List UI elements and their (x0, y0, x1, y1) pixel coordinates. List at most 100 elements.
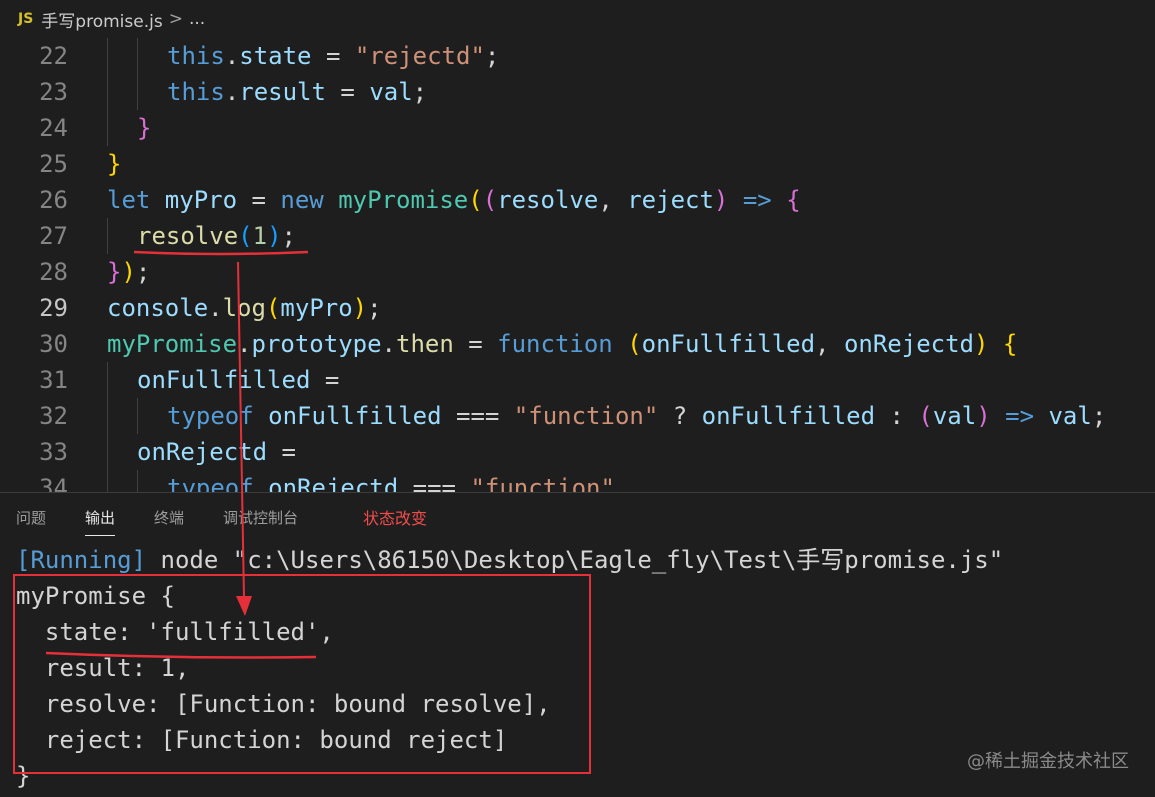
code-token: ) (713, 186, 729, 214)
code-token: myPromise (338, 186, 469, 214)
code-token: ( (627, 330, 642, 358)
breadcrumb-file[interactable]: 手写promise.js (41, 7, 162, 32)
tab-debug-console[interactable]: 调试控制台 (223, 507, 298, 528)
code-token: state (239, 42, 312, 70)
code-line[interactable]: 31 onFullfilled = (0, 362, 1155, 398)
tab-output[interactable]: 输出 (85, 507, 116, 536)
code-token: log (222, 294, 266, 322)
line-number: 29 (39, 294, 68, 322)
code-token: . (224, 42, 240, 70)
js-file-icon: JS (18, 11, 34, 27)
running-tag: [Running] (16, 546, 147, 574)
code-token: prototype (251, 330, 382, 358)
code-token: this (167, 42, 225, 70)
code-line[interactable]: 27 resolve(1); (0, 218, 1155, 254)
code-token: new (280, 186, 339, 214)
indent-guide (107, 362, 108, 398)
code-token: "rejectd" (354, 42, 485, 70)
code-line[interactable]: 34 typeof onRejectd === "function" (0, 470, 1155, 492)
breadcrumb: JS 手写promise.js > ... (0, 0, 1155, 38)
code-text: onFullfilled = (137, 362, 339, 398)
code-line[interactable]: 26 let myPro = new myPromise((resolve, re… (0, 182, 1155, 218)
code-token: onRejectd (843, 330, 974, 358)
line-number: 32 (39, 402, 68, 430)
code-line[interactable]: 25} (0, 146, 1155, 182)
code-token: { (786, 186, 801, 214)
output-running-line: [Running] node "c:\Users\86150\Desktop\E… (16, 542, 1003, 578)
code-token: } (137, 114, 152, 142)
code-token: myPro (280, 294, 353, 322)
code-token: } (107, 258, 122, 286)
code-token: ? (658, 402, 702, 430)
code-token: => (1005, 402, 1035, 430)
code-token: ; (367, 294, 382, 322)
code-token: === (398, 474, 471, 492)
code-token: ) (352, 294, 368, 322)
code-line[interactable]: 23 this.result = val; (0, 74, 1155, 110)
code-token: result (239, 78, 326, 106)
code-token: onFullfilled (641, 330, 816, 358)
code-token: myPromise (107, 330, 238, 358)
code-token: ; (412, 78, 428, 106)
annotation-note: 状态改变 (363, 509, 428, 528)
code-line[interactable]: 22 this.state = "rejectd"; (0, 38, 1155, 74)
code-line[interactable]: 24} (0, 110, 1155, 146)
code-text: this.state = "rejectd"; (167, 38, 499, 74)
code-token: . (208, 294, 223, 322)
tab-terminal[interactable]: 终端 (154, 507, 184, 528)
code-token: ( (918, 402, 933, 430)
line-number: 27 (39, 222, 68, 250)
indent-guide (137, 38, 138, 74)
panel-tab-bar: 问题 输出 终端 调试控制台 状态改变 (0, 492, 1155, 537)
code-token: = (267, 438, 296, 466)
code-token: => (742, 186, 772, 214)
code-token: onRejectd (137, 438, 268, 466)
code-editor[interactable]: 22 this.state = "rejectd"; 23 this.result =… (0, 36, 1155, 492)
code-line[interactable]: 33 onRejectd = (0, 434, 1155, 470)
code-text: } (107, 146, 121, 182)
line-number: 30 (39, 330, 68, 358)
code-token: resolve (497, 186, 599, 214)
code-token: ( (238, 222, 253, 250)
watermark: @稀土掘金技术社区 (967, 751, 1129, 772)
run-command: node "c:\Users\86150\Desktop\Eagle_fly\T… (146, 546, 1004, 574)
code-line[interactable]: 28}); (0, 254, 1155, 290)
code-token: ; (1091, 402, 1107, 430)
code-text: resolve(1); (137, 218, 296, 254)
code-text: let myPro = new myPromise((resolve, reje… (107, 182, 801, 218)
code-token: . (381, 330, 396, 358)
code-line[interactable]: 32 typeof onFullfilled === "function" ? o… (0, 398, 1155, 434)
code-token: , (598, 186, 628, 214)
tab-problems[interactable]: 问题 (16, 507, 46, 528)
breadcrumb-more[interactable]: ... (189, 9, 205, 29)
code-text: console.log(myPro); (107, 290, 382, 326)
indent-guide (107, 110, 108, 146)
code-token: then (396, 330, 454, 358)
code-line[interactable]: 29 console.log(myPro); (0, 290, 1155, 326)
code-token: , (815, 330, 844, 358)
code-token: ; (484, 42, 500, 70)
code-token: onRejectd (268, 474, 399, 492)
code-token: } (107, 150, 122, 178)
code-token: = (237, 186, 281, 214)
code-line[interactable]: 30 myPromise.prototype.then = function (o… (0, 326, 1155, 362)
code-token: val (1048, 402, 1092, 430)
code-token: ; (281, 222, 296, 250)
code-text: typeof onRejectd === "function" (167, 470, 615, 492)
code-text: } (137, 110, 151, 146)
code-token: "function" (470, 474, 615, 492)
code-token: = (310, 366, 340, 394)
code-token: reject (627, 186, 714, 214)
code-token: : (875, 402, 919, 430)
indent-guide (137, 74, 138, 110)
line-number: 33 (39, 438, 68, 466)
code-text: typeof onFullfilled === "function" ? onF… (167, 398, 1106, 434)
indent-guide (107, 470, 108, 492)
code-token: ) (267, 222, 282, 250)
code-token: myPro (164, 186, 238, 214)
line-number: 24 (39, 114, 68, 142)
